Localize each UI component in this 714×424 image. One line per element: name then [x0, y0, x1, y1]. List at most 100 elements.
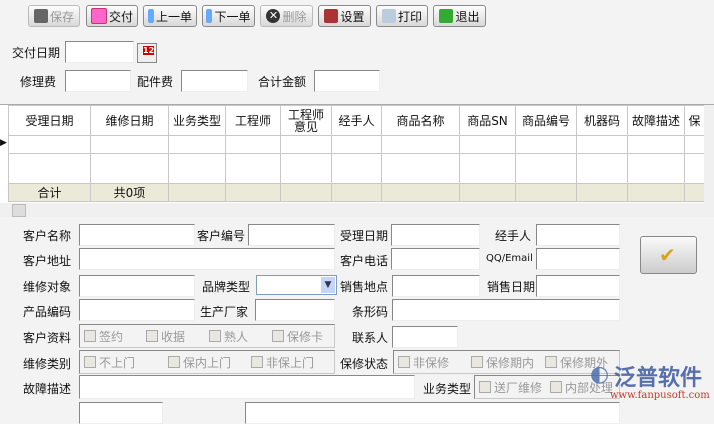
deliver-icon — [90, 8, 107, 24]
warranty-status-label: 保修状态 — [340, 357, 389, 371]
customer-addr-input[interactable] — [79, 248, 335, 270]
grid-header: 受理日期 维修日期 业务类型 工程师 工程师意见 经手人 商品名称 商品SN 商品编号 机器码 故障… — [8, 105, 705, 136]
deliver-button[interactable]: 交付 — [86, 5, 138, 27]
parts-fee-input[interactable] — [181, 70, 248, 92]
business-checkbox[interactable]: 送厂维修 — [479, 379, 542, 396]
customer-no-input[interactable] — [248, 224, 335, 246]
warranty-status-group: 非保修 保修期内 保修期外 — [393, 350, 620, 374]
repair-kind-group: 不上门 保内上门 非保上门 — [79, 350, 335, 374]
qq-email-input[interactable] — [536, 248, 620, 270]
confirm-button[interactable]: ✔ — [640, 236, 697, 274]
table-row[interactable] — [8, 153, 705, 184]
parts-fee-label: 配件费 — [137, 75, 174, 89]
row-indicator-icon: ▶ — [0, 138, 7, 148]
customer-no-label: 客户编号 — [197, 229, 246, 243]
extra-input-wide[interactable] — [245, 402, 620, 424]
prev-icon — [147, 9, 154, 23]
fault-desc-label: 故障描述 — [23, 382, 72, 396]
exit-button[interactable]: 退出 — [433, 5, 486, 27]
table-row[interactable] — [8, 135, 705, 154]
calendar-icon: 12 — [143, 46, 155, 55]
docs-checkbox[interactable]: 保修卡 — [272, 328, 323, 345]
repair-object-label: 维修对象 — [23, 280, 72, 294]
col-header[interactable]: 商品SN — [459, 105, 516, 136]
docs-checkbox[interactable]: 签约 — [84, 328, 123, 345]
delete-button[interactable]: ✕ 删除 — [260, 5, 313, 27]
repair-object-input[interactable] — [79, 275, 195, 297]
manufacturer-input[interactable] — [255, 299, 335, 321]
col-header[interactable]: 机器码 — [576, 105, 628, 136]
contact-label: 联系人 — [352, 331, 389, 345]
sale-place-input[interactable] — [392, 275, 480, 297]
total-input[interactable] — [314, 70, 380, 92]
col-header[interactable]: 维修日期 — [90, 105, 169, 136]
qq-email-label: QQ/Email — [486, 253, 533, 264]
business-type-label: 业务类型 — [423, 382, 472, 396]
product-code-input[interactable] — [79, 299, 195, 321]
col-header[interactable]: 商品编号 — [515, 105, 577, 136]
vertical-scrollbar[interactable] — [704, 105, 714, 203]
total-label: 合计金额 — [258, 75, 307, 89]
col-header[interactable]: 商品名称 — [381, 105, 460, 136]
handler-input[interactable] — [536, 224, 620, 246]
barcode-label: 条形码 — [352, 305, 389, 319]
docs-checkbox[interactable]: 收据 — [146, 328, 185, 345]
extra-input[interactable] — [79, 402, 163, 424]
customer-addr-label: 客户地址 — [23, 254, 72, 268]
next-icon — [206, 9, 213, 23]
kind-checkbox[interactable]: 非保上门 — [251, 354, 314, 371]
customer-docs-label: 客户资料 — [23, 331, 72, 345]
chevron-down-icon: ▼ — [321, 277, 335, 293]
sale-date-label: 销售日期 — [487, 280, 536, 294]
grid-footer: 合计 共0项 — [8, 183, 705, 202]
col-header[interactable]: 保 — [684, 105, 705, 136]
fault-desc-input[interactable] — [79, 375, 415, 399]
customer-name-label: 客户名称 — [23, 229, 72, 243]
customer-docs-group: 签约 收据 熟人 保修卡 — [79, 324, 335, 348]
accept-date-input[interactable] — [391, 224, 480, 246]
sale-date-input[interactable] — [536, 275, 620, 297]
product-code-label: 产品编码 — [23, 305, 72, 319]
warranty-checkbox[interactable]: 非保修 — [398, 354, 449, 371]
manufacturer-label: 生产厂家 — [200, 305, 249, 319]
close-icon: ✕ — [266, 9, 281, 23]
scroll-thumb[interactable] — [12, 204, 26, 217]
prev-button[interactable]: 上一单 — [143, 5, 197, 27]
kind-checkbox[interactable]: 保内上门 — [168, 354, 231, 371]
repair-grid: 受理日期 维修日期 业务类型 工程师 工程师意见 经手人 商品名称 商品SN 商品编号 机器码 故障… — [0, 104, 714, 217]
col-header[interactable]: 工程师 — [225, 105, 281, 136]
deliver-date-label: 交付日期 — [12, 46, 61, 60]
exit-icon — [439, 9, 454, 23]
col-header[interactable]: 业务类型 — [168, 105, 226, 136]
warranty-checkbox[interactable]: 保修期内 — [471, 354, 534, 371]
horizontal-scrollbar[interactable] — [0, 203, 714, 217]
settings-icon — [324, 9, 339, 23]
docs-checkbox[interactable]: 熟人 — [209, 328, 248, 345]
save-icon — [33, 9, 48, 23]
repair-kind-label: 维修类别 — [23, 357, 72, 371]
next-button[interactable]: 下一单 — [202, 5, 255, 27]
print-button[interactable]: 打印 — [376, 5, 428, 27]
printer-icon — [381, 9, 396, 23]
col-header[interactable]: 工程师意见 — [280, 105, 332, 136]
sale-place-label: 销售地点 — [340, 280, 389, 294]
deliver-date-input[interactable] — [65, 41, 134, 63]
settings-button[interactable]: 设置 — [318, 5, 371, 27]
handler-label: 经手人 — [495, 229, 532, 243]
customer-name-input[interactable] — [79, 224, 195, 246]
calendar-button[interactable]: 12 — [137, 43, 157, 63]
col-header[interactable]: 受理日期 — [8, 105, 91, 136]
save-button[interactable]: 保存 — [28, 5, 80, 27]
business-type-group: 送厂维修 内部处理 — [474, 375, 620, 399]
customer-phone-input[interactable] — [391, 248, 480, 270]
contact-input[interactable] — [392, 326, 458, 348]
barcode-input[interactable] — [392, 299, 620, 321]
col-header[interactable]: 故障描述 — [627, 105, 685, 136]
brand-type-select[interactable]: ▼ — [256, 275, 337, 295]
col-header[interactable]: 经手人 — [331, 105, 382, 136]
warranty-checkbox[interactable]: 保修期外 — [545, 354, 608, 371]
business-checkbox[interactable]: 内部处理 — [550, 379, 613, 396]
check-icon: ✔ — [659, 243, 676, 267]
kind-checkbox[interactable]: 不上门 — [84, 354, 135, 371]
repair-fee-input[interactable] — [65, 70, 131, 92]
